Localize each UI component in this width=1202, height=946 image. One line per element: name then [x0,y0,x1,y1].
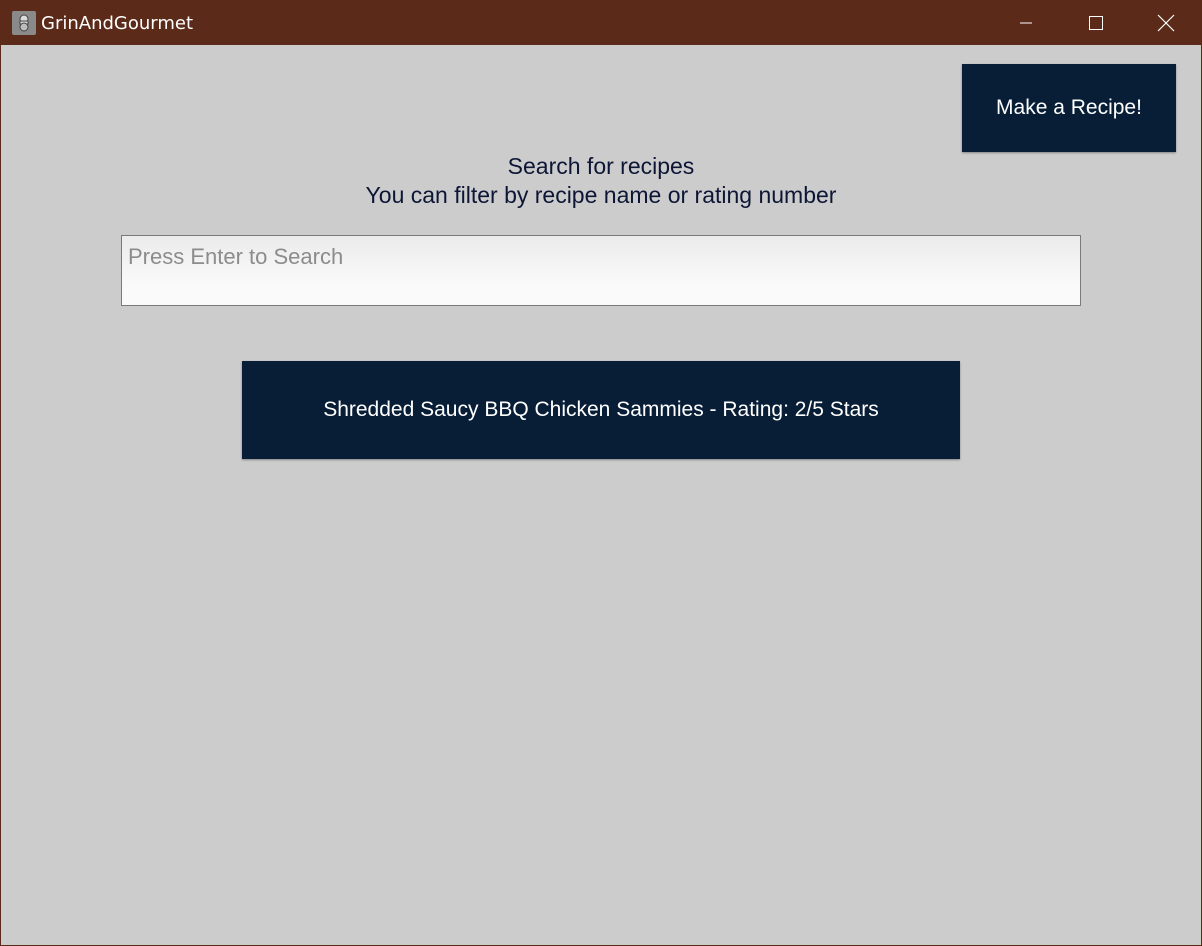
close-button[interactable] [1131,1,1201,45]
app-window: GrinAndGourmet Make a Recipe! Search for… [0,0,1202,946]
close-icon [1157,14,1175,32]
search-heading: Search for recipes You can filter by rec… [1,152,1201,210]
make-recipe-button[interactable]: Make a Recipe! [962,64,1176,152]
window-title: GrinAndGourmet [41,13,194,34]
search-title: Search for recipes [507,153,695,179]
maximize-button[interactable] [1061,1,1131,45]
search-subtitle: You can filter by recipe name or rating … [365,182,837,208]
title-bar[interactable]: GrinAndGourmet [1,1,1201,45]
search-input[interactable] [122,236,1080,274]
recipe-result-button[interactable]: Shredded Saucy BBQ Chicken Sammies - Rat… [242,361,960,459]
maximize-icon [1089,16,1103,30]
chef-logo-icon [12,11,36,35]
minimize-icon [1020,22,1032,24]
minimize-button[interactable] [991,1,1061,45]
main-content: Make a Recipe! Search for recipes You ca… [1,45,1201,945]
search-box[interactable] [121,235,1081,306]
